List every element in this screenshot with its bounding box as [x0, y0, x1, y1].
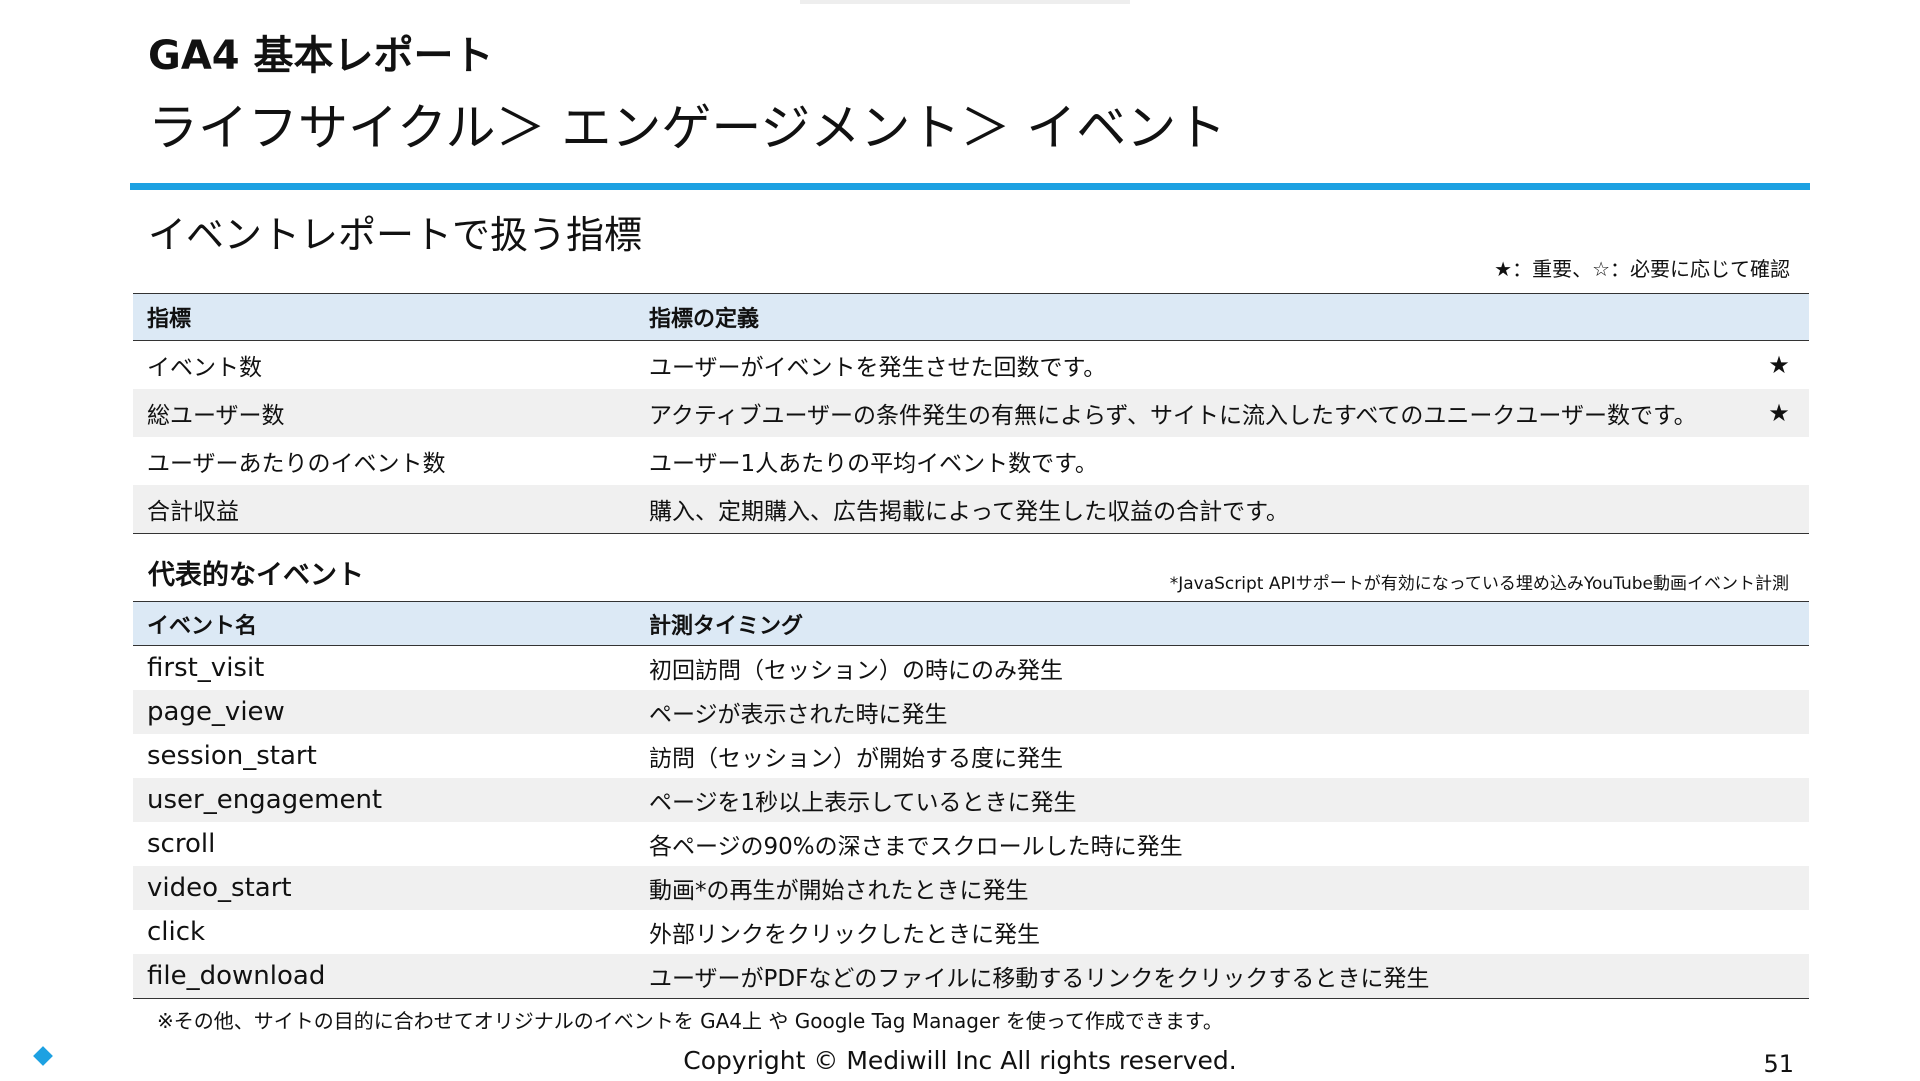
table-row: 総ユーザー数 アクティブユーザーの条件発生の有無によらず、サイトに流入したすべて…: [133, 389, 1809, 437]
title-divider: [130, 183, 1810, 190]
event-name: scroll: [147, 829, 216, 859]
table-row: scroll 各ページの90%の深さまでスクロールした時に発生: [133, 822, 1809, 866]
events-table-header: イベント名 計測タイミング: [133, 601, 1809, 646]
youtube-api-note: *JavaScript APIサポートが有効になっている埋め込みYouTube動…: [1169, 574, 1789, 594]
table-row: user_engagement ページを1秒以上表示しているときに発生: [133, 778, 1809, 822]
importance-mark: ★: [1748, 389, 1809, 437]
page-title: ライフサイクル＞ エンゲージメント＞ イベント: [148, 99, 1227, 157]
table-row: session_start 訪問（セッション）が開始する度に発生: [133, 734, 1809, 778]
importance-mark: [1749, 437, 1809, 485]
metric-name: ユーザーあたりのイベント数: [147, 451, 446, 477]
event-timing: ページを1秒以上表示しているときに発生: [635, 778, 1809, 822]
page-number: 51: [1763, 1050, 1794, 1078]
event-name: click: [147, 917, 206, 947]
table-row: イベント数 ユーザーがイベントを発生させた回数です。 ★: [133, 341, 1809, 390]
metric-name: イベント数: [147, 355, 262, 381]
event-timing: ユーザーがPDFなどのファイルに移動するリンクをクリックするときに発生: [635, 954, 1809, 999]
metric-definition: ユーザーがイベントを発生させた回数です。: [649, 355, 1107, 381]
metric-definition: ユーザー1人あたりの平均イベント数です。: [649, 451, 1098, 477]
event-timing: 初回訪問（セッション）の時にのみ発生: [649, 658, 1063, 684]
event-timing: 動画*の再生が開始されたときに発生: [635, 866, 1809, 910]
metric-definition: 購入、定期購入、広告掲載によって発生した収益の合計です。: [635, 485, 1749, 534]
timing-column-header: 計測タイミング: [635, 601, 1809, 646]
event-timing: ページが表示された時に発生: [635, 690, 1809, 734]
table-row: first_visit 初回訪問（セッション）の時にのみ発生: [133, 646, 1809, 691]
event-name: user_engagement: [133, 778, 635, 822]
events-section-heading: 代表的なイベント: [148, 560, 364, 591]
metrics-table-header: 指標 指標の定義: [133, 293, 1809, 341]
metric-name: 総ユーザー数: [133, 389, 635, 437]
metric-column-header: 指標: [133, 293, 635, 341]
metric-name: 合計収益: [133, 485, 635, 534]
event-timing: 外部リンクをクリックしたときに発生: [649, 922, 1040, 948]
metrics-table: 指標 指標の定義 イベント数 ユーザーがイベントを発生させた回数です。 ★ 総ユ…: [133, 293, 1809, 534]
event-name-column-header: イベント名: [133, 601, 635, 646]
table-row: file_download ユーザーがPDFなどのファイルに移動するリンクをクリ…: [133, 954, 1809, 999]
table-row: 合計収益 購入、定期購入、広告掲載によって発生した収益の合計です。: [133, 485, 1809, 534]
table-row: click 外部リンクをクリックしたときに発生: [133, 910, 1809, 954]
event-name: video_start: [133, 866, 635, 910]
event-name: session_start: [147, 741, 317, 771]
importance-mark: [1748, 485, 1809, 534]
events-table: イベント名 計測タイミング first_visit 初回訪問（セッション）の時に…: [133, 601, 1809, 999]
table-row: ユーザーあたりのイベント数 ユーザー1人あたりの平均イベント数です。: [133, 437, 1809, 485]
importance-mark: ★: [1768, 351, 1790, 379]
event-timing: 訪問（セッション）が開始する度に発生: [649, 746, 1063, 772]
custom-event-footnote: ※その他、サイトの目的に合わせてオリジナルのイベントを GA4上 や Googl…: [157, 1009, 1223, 1033]
report-kicker: GA4 基本レポート: [148, 33, 494, 79]
event-timing: 各ページの90%の深さまでスクロールした時に発生: [649, 834, 1183, 860]
top-decorative-strip: [800, 0, 1130, 4]
event-name: file_download: [133, 954, 635, 999]
event-name: first_visit: [147, 653, 265, 683]
table-row: video_start 動画*の再生が開始されたときに発生: [133, 866, 1809, 910]
table-row: page_view ページが表示された時に発生: [133, 690, 1809, 734]
importance-legend: ★：重要、☆：必要に応じて確認: [1494, 257, 1790, 281]
definition-column-header: 指標の定義: [635, 293, 1809, 341]
metrics-section-heading: イベントレポートで扱う指標: [148, 213, 643, 257]
event-name: page_view: [133, 690, 635, 734]
copyright-notice: Copyright © Mediwill Inc All rights rese…: [683, 1046, 1237, 1075]
metric-definition: アクティブユーザーの条件発生の有無によらず、サイトに流入したすべてのユニークユー…: [635, 389, 1749, 437]
